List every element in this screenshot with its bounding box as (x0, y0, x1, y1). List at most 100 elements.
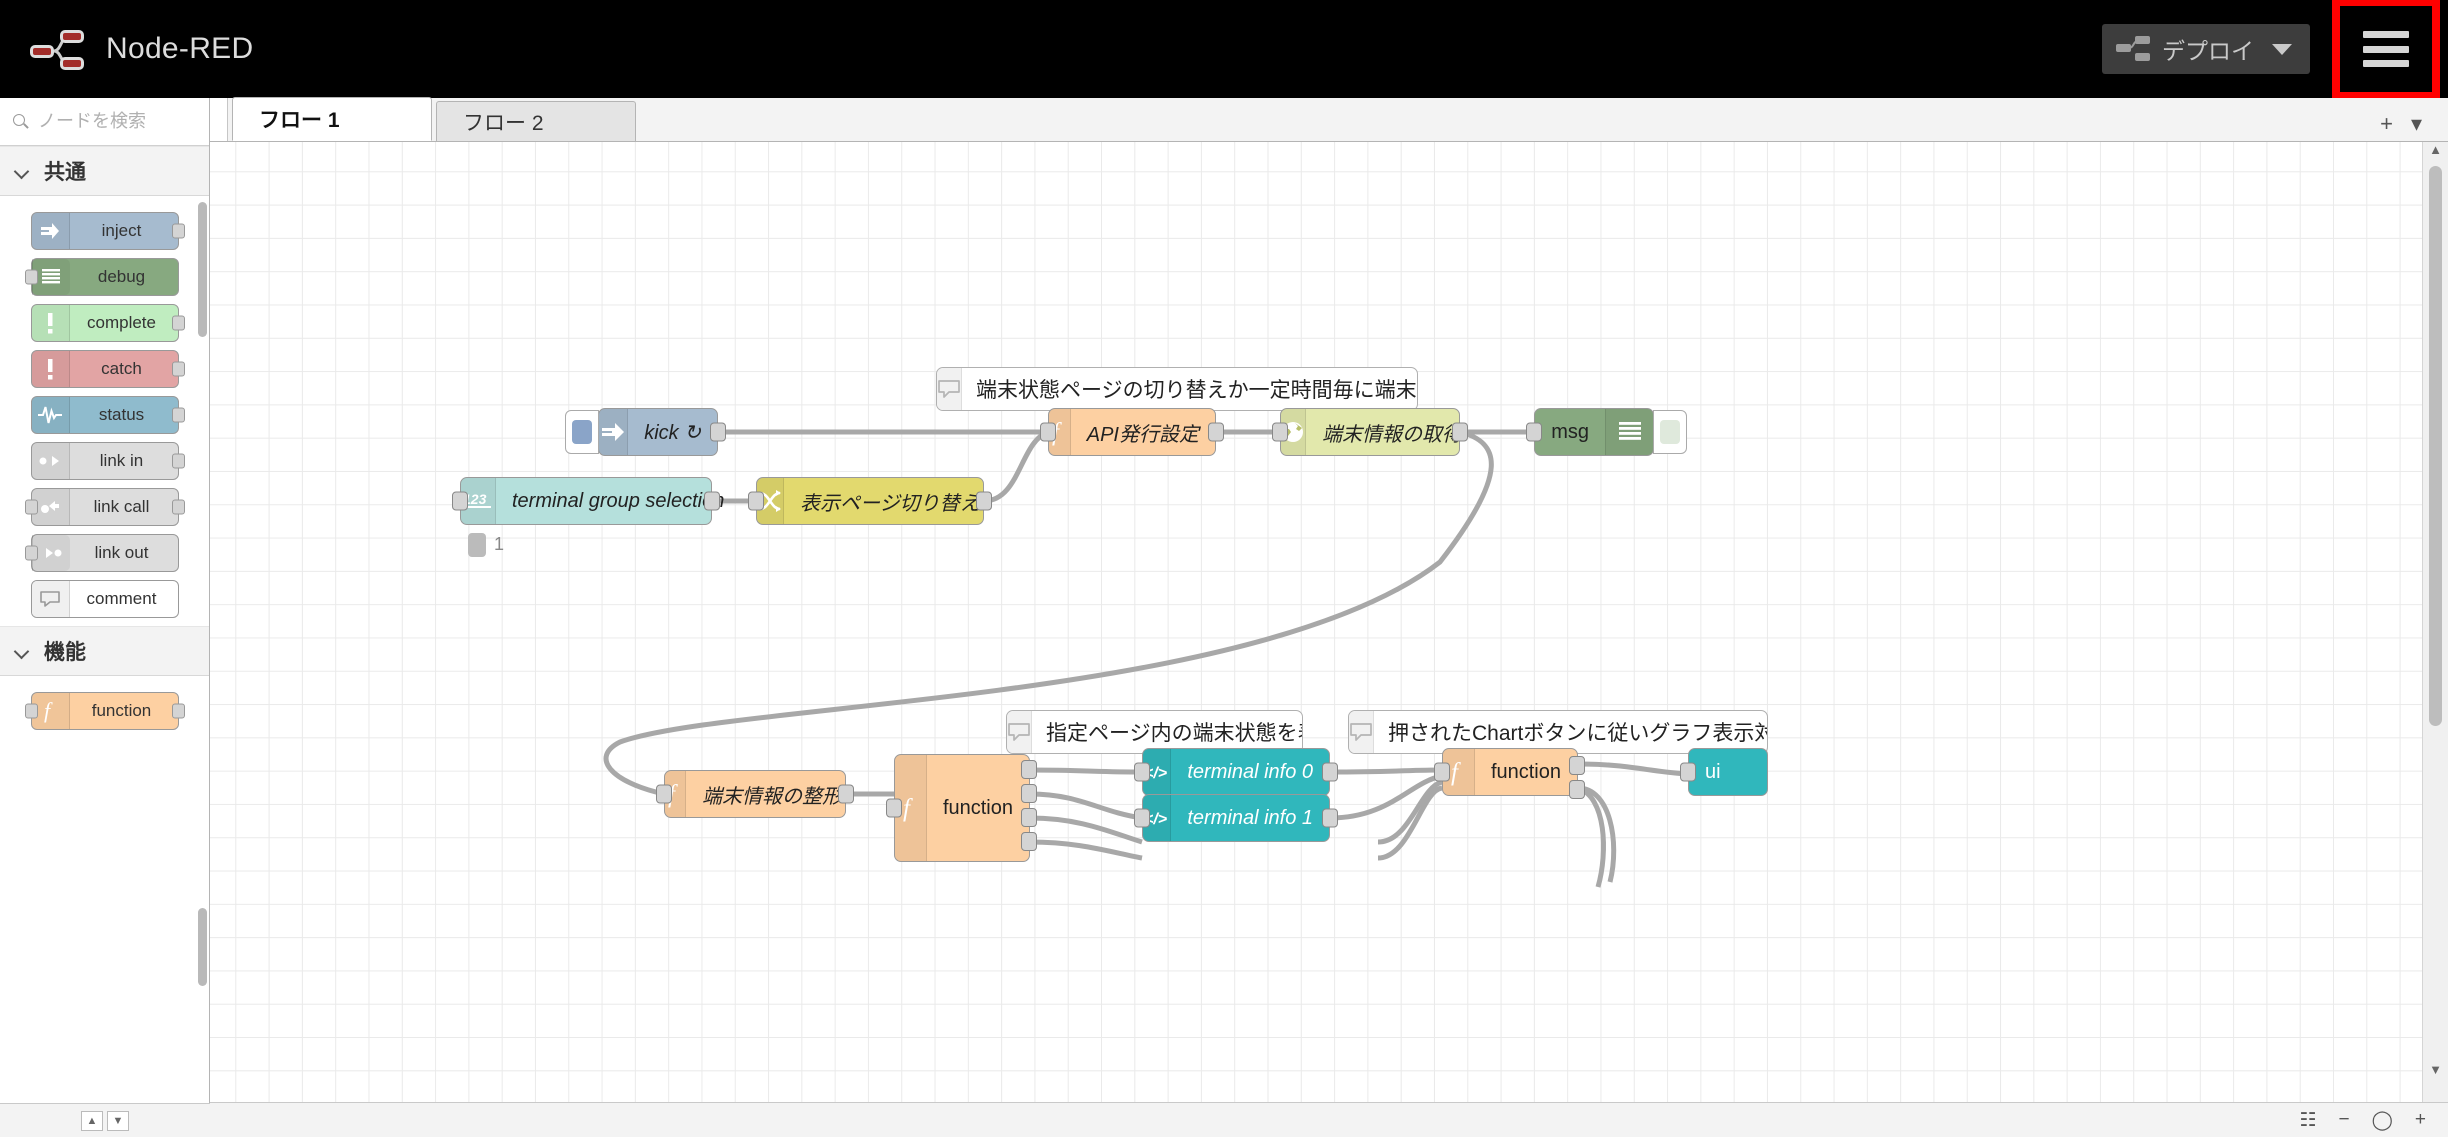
input-port[interactable] (1134, 762, 1150, 782)
svg-text:f: f (44, 699, 53, 723)
scroll-up-arrow-icon[interactable]: ▲ (2429, 142, 2442, 164)
output-port[interactable] (171, 499, 185, 515)
header-actions: デプロイ (2102, 0, 2448, 100)
palette-node-label: inject (101, 221, 142, 240)
search-input[interactable] (38, 111, 198, 132)
output-port[interactable] (171, 361, 185, 377)
output-port[interactable] (1021, 760, 1037, 779)
flow-list-icon[interactable]: ▾ (2411, 111, 2422, 137)
hamburger-menu-icon[interactable] (2363, 31, 2409, 67)
palette-category-function[interactable]: 機能 (0, 626, 209, 676)
input-port[interactable] (1680, 762, 1696, 782)
palette-category-common[interactable]: 共通 (0, 146, 209, 196)
tab-label: フロー 2 (463, 111, 544, 135)
palette-node-link-call[interactable]: link call (24, 488, 185, 526)
zoom-reset-icon[interactable]: ◯ (2372, 1109, 2393, 1132)
deploy-label: デプロイ (2162, 38, 2254, 64)
palette-node-debug[interactable]: debug (24, 258, 179, 296)
input-port[interactable] (452, 491, 468, 511)
palette-node-complete[interactable]: complete (30, 304, 185, 342)
chevron-down-icon (14, 163, 30, 179)
output-port[interactable] (1021, 808, 1037, 827)
output-port[interactable] (1021, 784, 1037, 803)
flow-node-page-switch[interactable]: 表示ページ切り替え (748, 477, 992, 525)
output-port[interactable] (976, 491, 992, 511)
output-port[interactable] (704, 491, 720, 511)
input-port[interactable] (24, 269, 38, 285)
debug-toggle-button[interactable] (1653, 410, 1687, 454)
output-port[interactable] (838, 784, 854, 804)
output-port[interactable] (1322, 762, 1338, 782)
flow-node-api-config[interactable]: f API発行設定 (1040, 408, 1224, 456)
input-port[interactable] (1272, 422, 1288, 442)
zoom-out-icon[interactable]: − (2339, 1109, 2350, 1131)
palette-node-link-out[interactable]: link out (24, 534, 179, 572)
flow-canvas[interactable]: 端末状態ページの切り替えか一定時間毎に端末状態を取得 指定ページ内の端末状態を表… (210, 142, 2448, 1102)
flow-node-format-terminal-info[interactable]: f 端末情報の整形 (656, 770, 854, 818)
flow-node-function-multi[interactable]: f function (886, 754, 1030, 862)
chevron-down-icon[interactable] (2272, 43, 2292, 55)
canvas-vertical-scrollbar[interactable]: ▲ ▼ (2422, 142, 2448, 1110)
input-port[interactable] (1526, 422, 1542, 442)
palette-node-comment[interactable]: comment (30, 580, 179, 618)
vertical-scroll-thumb[interactable] (2429, 166, 2442, 726)
node-status-text: 1 (494, 534, 505, 554)
output-port[interactable] (1569, 780, 1585, 799)
palette-node-label: catch (101, 359, 142, 378)
output-port[interactable] (1452, 422, 1468, 442)
deploy-button[interactable]: デプロイ (2102, 24, 2310, 74)
palette-node-function[interactable]: f function (24, 692, 185, 730)
inject-arrow-icon (599, 409, 629, 455)
input-port[interactable] (748, 491, 764, 511)
pulse-icon (31, 397, 70, 433)
tab-flow-2[interactable]: フロー 2 (436, 101, 636, 141)
tab-flow-1[interactable]: フロー 1 (232, 97, 432, 141)
flow-node-terminal-info-0[interactable]: </> terminal info 0 (1134, 748, 1338, 796)
flow-node-terminal-info-1[interactable]: </> terminal info 1 (1134, 794, 1338, 842)
input-port[interactable] (886, 798, 902, 818)
input-port[interactable] (1040, 422, 1056, 442)
palette-node-label: function (91, 701, 152, 720)
zoom-in-icon[interactable]: + (2415, 1109, 2426, 1131)
output-port[interactable] (1569, 756, 1585, 775)
input-port[interactable] (1434, 762, 1450, 782)
input-port[interactable] (24, 499, 38, 515)
flow-node-label: terminal info 0 (1187, 760, 1313, 783)
flow-node-kick[interactable]: kick ↻ (565, 408, 726, 456)
add-flow-icon[interactable]: + (2380, 111, 2393, 137)
palette-node-status[interactable]: status (30, 396, 185, 434)
output-port[interactable] (1322, 808, 1338, 828)
input-port[interactable] (656, 784, 672, 804)
output-port[interactable] (171, 703, 185, 719)
tabbar-actions: + ▾ (2380, 111, 2448, 141)
output-port[interactable] (710, 422, 726, 442)
flow-node-function-right[interactable]: f function (1434, 748, 1578, 796)
inject-trigger-button[interactable] (565, 410, 599, 454)
output-port[interactable] (171, 453, 185, 469)
collapse-all-button[interactable]: ▲ (81, 1110, 103, 1131)
flow-node-fetch-terminal-info[interactable]: 端末情報の取得 (1272, 408, 1468, 456)
comment-node[interactable]: 端末状態ページの切り替えか一定時間毎に端末状態を取得 (936, 367, 1418, 411)
toggle-sidebar-icon[interactable]: ☷ (2299, 1109, 2316, 1132)
flow-node-terminal-group-selection[interactable]: 123 terminal group selection (452, 477, 724, 525)
input-port[interactable] (1134, 808, 1150, 828)
output-port[interactable] (1208, 422, 1224, 442)
palette-node-inject[interactable]: inject (30, 212, 185, 250)
output-port[interactable] (171, 407, 185, 423)
link-in-icon (31, 443, 70, 479)
app-header: Node-RED デプロイ (0, 0, 2448, 100)
output-port[interactable] (1021, 832, 1037, 851)
flow-node-msg-debug[interactable]: msg (1526, 408, 1687, 456)
input-port[interactable] (24, 545, 38, 561)
palette-scrollbar-thumb[interactable] (198, 202, 207, 337)
input-port[interactable] (24, 703, 38, 719)
scroll-down-arrow-icon[interactable]: ▼ (2429, 1062, 2442, 1084)
expand-all-button[interactable]: ▼ (107, 1110, 129, 1131)
output-port[interactable] (171, 315, 185, 331)
palette-node-catch[interactable]: catch (30, 350, 185, 388)
output-port[interactable] (171, 223, 185, 239)
palette-node-link-in[interactable]: link in (30, 442, 185, 480)
palette-scrollbar-thumb-lower[interactable] (198, 908, 207, 986)
main-menu-highlight (2332, 0, 2440, 100)
flow-node-ui[interactable]: ui (1680, 748, 1768, 796)
